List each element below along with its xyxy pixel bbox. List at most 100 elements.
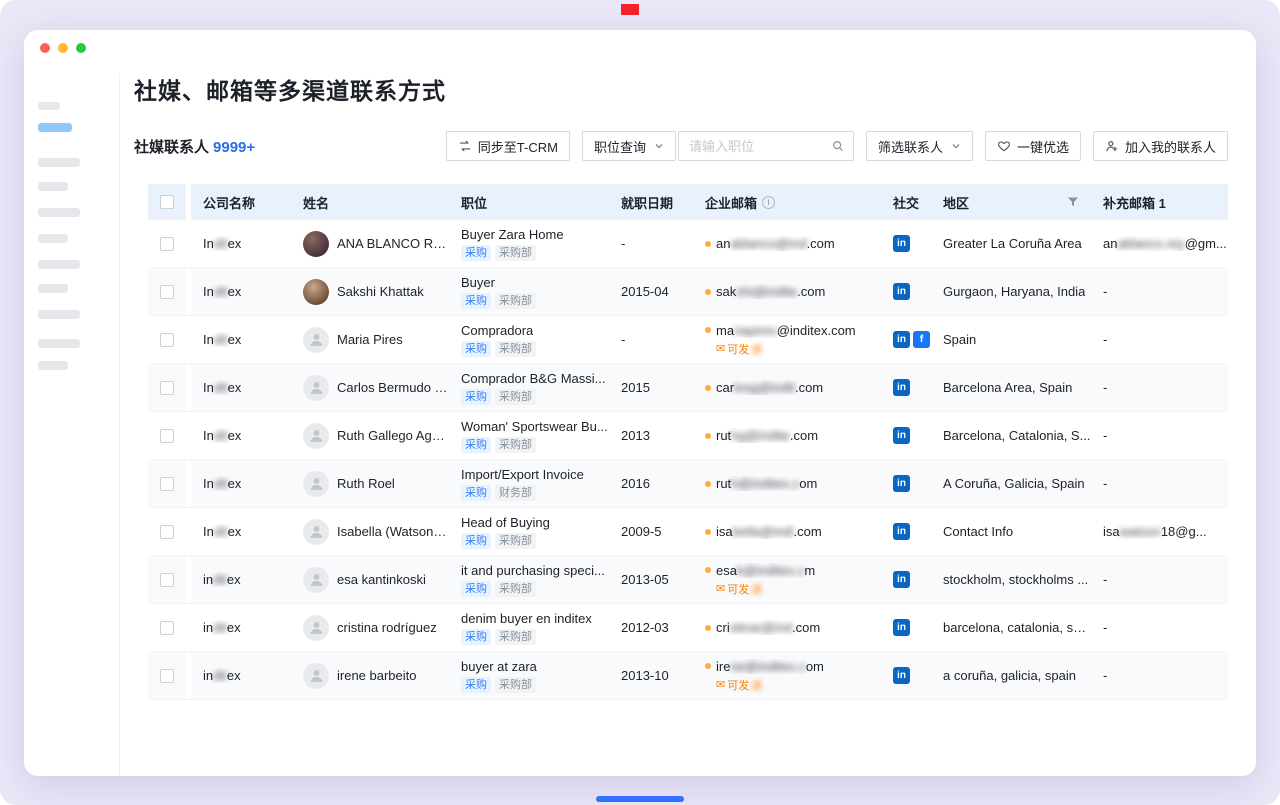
sync-crm-label: 同步至T-CRM — [478, 137, 558, 156]
row-checkbox[interactable] — [160, 429, 174, 443]
page-title: 社媒、邮箱等多渠道联系方式 — [134, 72, 1228, 106]
avatar — [303, 327, 329, 353]
one-click-optimize-label: 一键优选 — [1017, 137, 1069, 156]
linkedin-icon[interactable]: in — [893, 427, 910, 444]
company-cell: inditex — [191, 604, 291, 651]
name-cell: Ruth Roel — [291, 460, 449, 507]
social-cell: in — [883, 220, 931, 267]
zoom-window-button[interactable] — [76, 43, 86, 53]
tag-department: 采购部 — [495, 245, 536, 261]
region-cell: barcelona, catalonia, sp... — [931, 604, 1091, 651]
row-checkbox[interactable] — [160, 477, 174, 491]
row-checkbox[interactable] — [160, 669, 174, 683]
contact-name[interactable]: Sakshi Khattak — [337, 284, 424, 299]
contact-name[interactable]: ANA BLANCO REY — [337, 236, 449, 251]
row-checkbox[interactable] — [160, 237, 174, 251]
contact-name[interactable]: cristina rodríguez — [337, 620, 437, 635]
linkedin-icon[interactable]: in — [893, 235, 910, 252]
facebook-icon[interactable]: f — [913, 331, 930, 348]
position-cell: Head of Buying 采购 采购部 — [449, 508, 609, 555]
table-row[interactable]: Inditex Ruth Roel Import/Export Invoice … — [148, 460, 1228, 508]
position-title: Buyer Zara Home — [461, 227, 564, 242]
filter-funnel-icon[interactable] — [1067, 196, 1079, 208]
email-status-dot — [705, 567, 711, 573]
company-cell: Inditex — [191, 412, 291, 459]
company-cell: Inditex — [191, 364, 291, 411]
linkedin-icon[interactable]: in — [893, 523, 910, 540]
name-cell: Maria Pires — [291, 316, 449, 363]
sendable-badge: ✉可发送 — [716, 581, 762, 597]
email-status-dot — [705, 663, 711, 669]
linkedin-icon[interactable]: in — [893, 475, 910, 492]
table-row[interactable]: Inditex Sakshi Khattak Buyer 采购 采购部 2015… — [148, 268, 1228, 316]
email-cell: anablanco@ind.com — [693, 220, 883, 267]
position-search-input[interactable] — [678, 131, 854, 161]
main-content: 社媒、邮箱等多渠道联系方式 社媒联系人9999+ 同步至T-CRM 职位查询 — [134, 72, 1256, 776]
linkedin-icon[interactable]: in — [893, 331, 910, 348]
avatar — [303, 615, 329, 641]
skeleton-bar — [38, 158, 80, 167]
row-checkbox[interactable] — [160, 381, 174, 395]
contact-name[interactable]: Carlos Bermudo Cr... — [337, 380, 449, 395]
table-row[interactable]: Inditex Isabella (Watson) L... Head of B… — [148, 508, 1228, 556]
company-cell: Inditex — [191, 460, 291, 507]
table-row[interactable]: inditex esa kantinkoski it and purchasin… — [148, 556, 1228, 604]
hire-date-cell: 2013-10 — [609, 652, 693, 699]
tag-purchase: 采购 — [461, 389, 491, 405]
table-row[interactable]: Inditex Maria Pires Compradora 采购 采购部 - … — [148, 316, 1228, 364]
contact-name[interactable]: Maria Pires — [337, 332, 403, 347]
minimize-window-button[interactable] — [58, 43, 68, 53]
bottom-indicator — [596, 796, 684, 802]
table-row[interactable]: Inditex Carlos Bermudo Cr... Comprador B… — [148, 364, 1228, 412]
row-checkbox[interactable] — [160, 333, 174, 347]
region-cell: A Coruña, Galicia, Spain — [931, 460, 1091, 507]
info-icon[interactable]: i — [762, 196, 775, 209]
select-all-checkbox[interactable] — [160, 195, 174, 209]
row-checkbox[interactable] — [160, 525, 174, 539]
list-count: 9999+ — [213, 139, 255, 156]
social-cell: in — [883, 652, 931, 699]
contact-name[interactable]: irene barbeito — [337, 668, 417, 683]
linkedin-icon[interactable]: in — [893, 619, 910, 636]
email-cell: carlosg@indit.com — [693, 364, 883, 411]
email-cell: ruth@inditex.com — [693, 460, 883, 507]
email-status-dot — [705, 433, 711, 439]
linkedin-icon[interactable]: in — [893, 667, 910, 684]
table-row[interactable]: Inditex ANA BLANCO REY Buyer Zara Home 采… — [148, 220, 1228, 268]
list-summary: 社媒联系人9999+ — [134, 136, 255, 157]
add-to-my-contacts-button[interactable]: 加入我的联系人 — [1093, 131, 1228, 161]
table-row[interactable]: inditex cristina rodríguez denim buyer e… — [148, 604, 1228, 652]
close-window-button[interactable] — [40, 43, 50, 53]
row-checkbox[interactable] — [160, 573, 174, 587]
mail-icon: ✉ — [716, 582, 725, 595]
linkedin-icon[interactable]: in — [893, 283, 910, 300]
hire-date-cell: 2013 — [609, 412, 693, 459]
search-icon[interactable] — [831, 139, 845, 153]
position-query-select[interactable]: 职位查询 — [582, 131, 676, 161]
hire-date-cell: 2009-5 — [609, 508, 693, 555]
col-header-name: 姓名 — [291, 184, 449, 220]
row-checkbox[interactable] — [160, 621, 174, 635]
row-checkbox[interactable] — [160, 285, 174, 299]
email-status-dot — [705, 289, 711, 295]
sync-crm-button[interactable]: 同步至T-CRM — [446, 131, 570, 161]
position-cell: Buyer 采购 采购部 — [449, 268, 609, 315]
mail-icon: ✉ — [716, 342, 725, 355]
extra-email-cell: - — [1091, 364, 1228, 411]
sidebar-active-item[interactable] — [38, 123, 72, 132]
linkedin-icon[interactable]: in — [893, 571, 910, 588]
contact-name[interactable]: Ruth Gallego Agulló — [337, 428, 449, 443]
filter-contacts-button[interactable]: 筛选联系人 — [866, 131, 973, 161]
linkedin-icon[interactable]: in — [893, 379, 910, 396]
one-click-optimize-button[interactable]: 一键优选 — [985, 131, 1081, 161]
extra-email-cell: isawatson18@g... — [1091, 508, 1228, 555]
table-row[interactable]: inditex irene barbeito buyer at zara 采购 … — [148, 652, 1228, 700]
tag-purchase: 采购 — [461, 293, 491, 309]
table-row[interactable]: Inditex Ruth Gallego Agulló Woman' Sport… — [148, 412, 1228, 460]
social-cell: in — [883, 268, 931, 315]
tag-department: 采购部 — [495, 293, 536, 309]
contact-name[interactable]: Isabella (Watson) L... — [337, 524, 449, 539]
contact-name[interactable]: Ruth Roel — [337, 476, 395, 491]
contact-name[interactable]: esa kantinkoski — [337, 572, 426, 587]
skeleton-bar — [38, 361, 68, 370]
